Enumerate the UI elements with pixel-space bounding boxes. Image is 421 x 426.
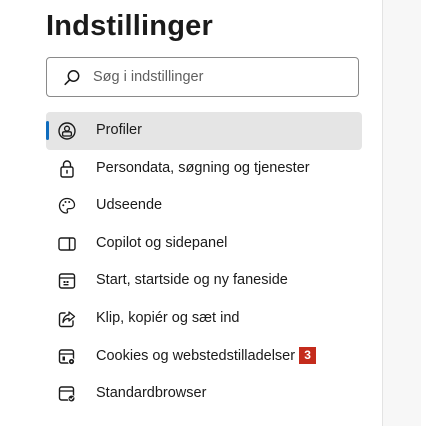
active-indicator [46,121,49,140]
sidebar-item-cookies-permissions[interactable]: Cookies og webstedstilladelser 3 [46,338,362,376]
default-browser-icon [57,384,77,404]
sidebar-item-share-copy-paste[interactable]: Klip, kopiér og sæt ind [46,300,362,338]
search-input[interactable] [93,58,343,96]
sidebar-item-label: Standardbrowser [96,385,207,402]
sidebar-item-label: Copilot og sidepanel [96,234,228,251]
sidebar-item-copilot-sidepanel[interactable]: Copilot og sidepanel [46,225,362,263]
search-icon [63,69,81,87]
site-permissions-icon [57,347,77,367]
palette-icon [57,196,77,216]
profile-icon [57,121,77,141]
sidebar-item-label: Profiler [96,122,142,138]
settings-window: Indstillinger Prof [0,0,421,426]
settings-sidebar: Indstillinger Prof [0,0,382,426]
sidebar-item-appearance[interactable]: Udseende [46,187,362,225]
sidebar-item-label: Start, startside og ny faneside [96,272,288,289]
share-icon [57,309,77,329]
sidebar-item-default-browser[interactable]: Standardbrowser [46,375,362,413]
sidebar-item-profiles[interactable]: Profiler [46,112,362,150]
sidebar-item-privacy[interactable]: Persondata, søgning og tjenester [46,150,362,188]
notification-badge: 3 [299,346,317,364]
lock-icon [57,159,77,179]
sidebar-item-label: Udseende [96,197,163,214]
sidebar-item-label-wrap: Cookies og webstedstilladelser 3 [96,338,317,376]
sidebar-item-label: Persondata, søgning og tjenester [96,159,310,176]
sidebar-item-start-home[interactable]: Start, startside og ny faneside [46,262,362,300]
sidepanel-icon [57,234,77,254]
settings-nav: Profiler Persondata, søgning og tjeneste… [46,112,362,413]
sidebar-item-label: Cookies og webstedstilladelser [96,347,296,364]
page-title: Indstillinger [46,10,213,42]
home-window-icon [57,271,77,291]
search-box[interactable] [46,57,359,97]
content-pane [383,0,421,426]
sidebar-item-label: Klip, kopiér og sæt ind [96,309,240,326]
